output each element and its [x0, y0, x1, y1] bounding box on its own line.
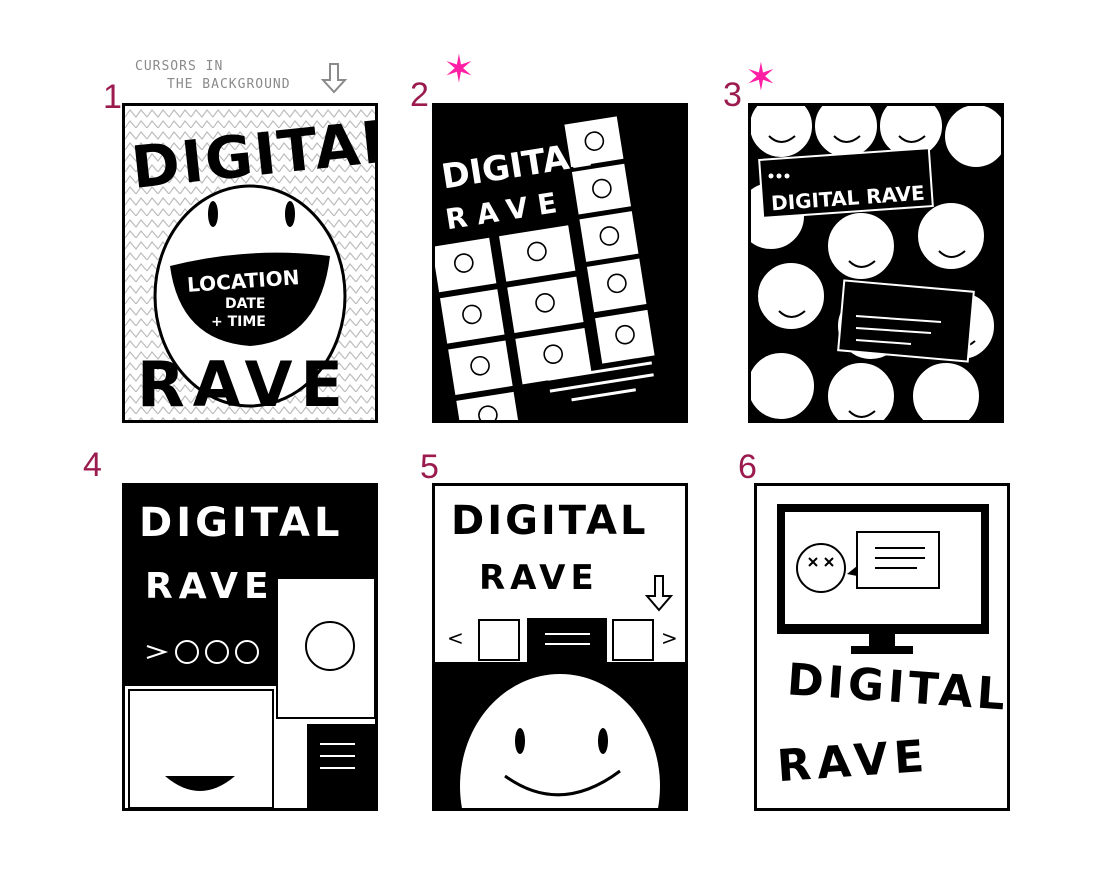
- panel-4-title-2: RAVE: [145, 566, 275, 607]
- thumbnail-6: DIGITAL RAVE: [754, 483, 1010, 811]
- panel-number-1: 1: [103, 78, 122, 116]
- panel-number-2: 2: [410, 76, 429, 114]
- panel-1-mouth-line-3: + TIME: [211, 314, 266, 330]
- thumbnail-1: DIGITAL LOCATION DATE + TIME RAVE: [122, 103, 378, 423]
- star-icon: ✶: [443, 47, 475, 91]
- panel-5-title-2: RAVE: [479, 558, 599, 598]
- thumbnail-5: DIGITAL RAVE < >: [432, 483, 688, 811]
- annotation-line-2: THE BACKGROUND: [167, 77, 291, 92]
- carousel-next-button[interactable]: >: [661, 626, 678, 650]
- panel-number-3: 3: [723, 76, 742, 114]
- panel-1-mouth-line-2: DATE: [225, 296, 266, 312]
- annotation-line-1: CURSORS IN: [135, 59, 224, 74]
- arrow-down-icon: [320, 63, 348, 94]
- thumbnail-2: DIGITAL RAVE: [432, 103, 688, 423]
- panel-number-6: 6: [738, 448, 757, 486]
- panel-1-title-2: RAVE: [137, 348, 351, 421]
- carousel-prev-button[interactable]: <: [447, 626, 464, 650]
- thumbnail-3: DIGITAL RAVE: [748, 103, 1004, 423]
- thumbnail-3-art: [751, 106, 1001, 420]
- panel-4-title: DIGITAL: [139, 500, 344, 546]
- panel-5-title: DIGITAL: [451, 498, 649, 544]
- thumbnail-4: DIGITAL RAVE: [122, 483, 378, 811]
- star-icon: ✶: [745, 55, 777, 99]
- panel-6-title-2: RAVE: [775, 730, 932, 793]
- panel-number-4: 4: [83, 446, 102, 484]
- panel-number-5: 5: [420, 448, 439, 486]
- annotation-note: CURSORS IN THE BACKGROUND: [135, 58, 291, 94]
